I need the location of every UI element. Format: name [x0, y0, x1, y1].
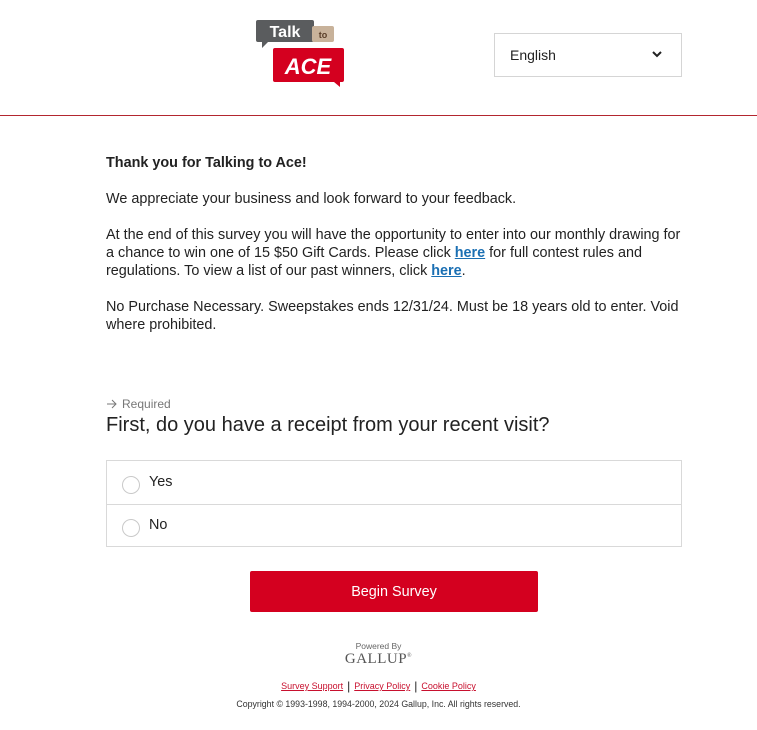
option-no[interactable]: No [107, 504, 681, 547]
radio-no[interactable] [122, 519, 140, 537]
arrow-right-icon [107, 399, 117, 409]
required-label: Required [122, 397, 171, 411]
survey-support-link[interactable]: Survey Support [281, 681, 343, 691]
radio-yes[interactable] [122, 475, 140, 494]
required-indicator: Required [106, 397, 171, 411]
intro-section: Thank you for Talking to Ace! We appreci… [106, 154, 686, 352]
logo-ace-text: ACE [284, 54, 333, 79]
intro-contest: At the end of this survey you will have … [106, 226, 686, 280]
privacy-policy-link[interactable]: Privacy Policy [354, 681, 410, 691]
powered-by-label: Powered By [355, 641, 402, 651]
logo-to-text: to [319, 30, 328, 40]
language-select[interactable]: English [494, 33, 682, 77]
header: Talk to ACE English [0, 0, 757, 116]
logo-talk-text: Talk [270, 24, 301, 41]
talk-to-ace-logo: Talk to ACE [256, 20, 344, 87]
link-divider: | [347, 679, 351, 693]
contest-text-3: . [461, 263, 466, 279]
past-winners-link[interactable]: here [431, 263, 461, 279]
question-text: First, do you have a receipt from your r… [106, 414, 550, 436]
link-divider: | [414, 679, 418, 693]
copyright-text: Copyright © 1993-1998, 1994-2000, 2024 G… [236, 699, 521, 709]
intro-appreciation: We appreciate your business and look for… [106, 191, 517, 207]
intro-disclaimer: No Purchase Necessary. Sweepstakes ends … [106, 299, 679, 333]
gallup-logo: GALLUP® [0, 651, 757, 668]
gallup-registered-mark: ® [407, 653, 413, 659]
chevron-down-icon [652, 51, 662, 58]
option-yes-label: Yes [149, 473, 173, 490]
language-select-value: English [510, 47, 556, 63]
begin-survey-button[interactable]: Begin Survey [250, 571, 538, 612]
intro-title: Thank you for Talking to Ace! [106, 155, 307, 171]
contest-rules-link[interactable]: here [455, 245, 485, 261]
answer-options: Yes No [106, 460, 682, 547]
cookie-policy-link[interactable]: Cookie Policy [421, 681, 476, 691]
gallup-brand: GALLUP [344, 651, 408, 667]
footer-links: Survey Support | Privacy Policy | Cookie Pol… [0, 679, 757, 693]
option-yes[interactable]: Yes [107, 461, 681, 504]
option-no-label: No [149, 517, 168, 533]
